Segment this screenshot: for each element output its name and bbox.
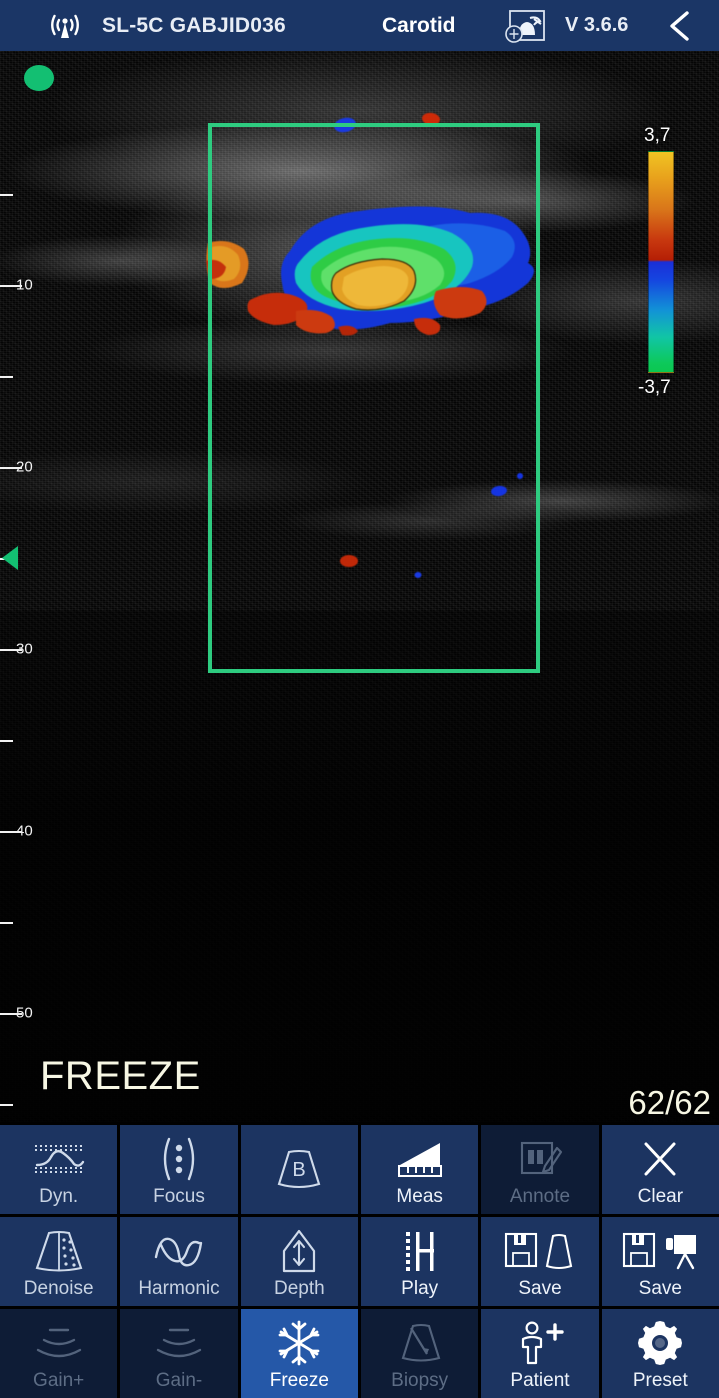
panel-button-label: Meas (396, 1187, 442, 1206)
antenna-broadcast-icon (48, 11, 82, 41)
clear-x-icon (602, 1133, 719, 1185)
depth-tick-minor (0, 1104, 13, 1106)
panel-button-depth[interactable]: Depth (241, 1217, 358, 1306)
panel-button-label: Gain+ (33, 1371, 84, 1390)
panel-button-label: Focus (153, 1187, 205, 1206)
page-title: Carotid (382, 14, 456, 38)
panel-button-freeze[interactable]: Freeze (241, 1309, 358, 1398)
panel-button-b-mode[interactable]: B (241, 1125, 358, 1214)
colorbar-gradient (648, 151, 674, 373)
biopsy-needle-icon (361, 1317, 478, 1369)
panel-button-save[interactable]: Save (481, 1217, 598, 1306)
panel-button-label: Freeze (270, 1371, 329, 1390)
depth-ruler: 10 20 30 40 50 (0, 51, 44, 1122)
panel-button-focus[interactable]: Focus (120, 1125, 237, 1214)
patient-icon (481, 1317, 598, 1369)
panel-button-harmonic[interactable]: Harmonic (120, 1217, 237, 1306)
panel-button-dyn[interactable]: Dyn. (0, 1125, 117, 1214)
depth-tick-label: 30 (16, 641, 33, 658)
frame-counter: 62/62 (628, 1084, 711, 1122)
save-image-icon (481, 1225, 598, 1277)
depth-tick-label: 10 (16, 277, 33, 294)
panel-button-label: Annote (510, 1187, 570, 1206)
snowflake-icon (241, 1317, 358, 1369)
depth-arrow-icon (241, 1225, 358, 1277)
panel-button-clear[interactable]: Clear (602, 1125, 719, 1214)
control-button-panel: Dyn. Focus B Meas Annote Clear Denoise H… (0, 1122, 719, 1398)
app-header: SL-5C GABJID036 Carotid V 3.6.6 (0, 0, 719, 51)
focus-position-marker[interactable] (2, 546, 18, 570)
gain-down-icon (120, 1317, 237, 1369)
denoise-icon (0, 1225, 117, 1277)
panel-button-label: Denoise (24, 1279, 94, 1298)
panel-button-label: Gain- (156, 1371, 202, 1390)
probe-name-label: SL-5C GABJID036 (102, 14, 286, 38)
ultrasound-image-canvas[interactable]: 10 20 30 40 50 3,7 -3,7 FREEZE 62/62 (0, 51, 719, 1122)
depth-tick-minor (0, 194, 13, 196)
gain-up-icon (0, 1317, 117, 1369)
annotate-icon (481, 1133, 598, 1185)
colorbar-min-label: -3,7 (638, 377, 671, 399)
panel-button-save[interactable]: Save (602, 1217, 719, 1306)
panel-button-label: Patient (510, 1371, 569, 1390)
save-cine-icon (602, 1225, 719, 1277)
b-mode-icon: B (241, 1143, 358, 1195)
panel-button-label: Biopsy (391, 1371, 448, 1390)
panel-button-label: Preset (633, 1371, 688, 1390)
panel-button-annote[interactable]: Annote (481, 1125, 598, 1214)
panel-button-biopsy[interactable]: Biopsy (361, 1309, 478, 1398)
gear-icon (602, 1317, 719, 1369)
color-roi-box[interactable] (208, 123, 540, 673)
panel-button-label: Harmonic (138, 1279, 219, 1298)
panel-button-patient[interactable]: Patient (481, 1309, 598, 1398)
panel-button-label: Depth (274, 1279, 325, 1298)
depth-tick-label: 50 (16, 1005, 33, 1022)
panel-button-gain[interactable]: Gain- (120, 1309, 237, 1398)
dynamic-range-icon (0, 1133, 117, 1185)
panel-button-label: Clear (638, 1187, 683, 1206)
panel-button-preset[interactable]: Preset (602, 1309, 719, 1398)
probe-scan-icon[interactable] (503, 8, 549, 46)
harmonic-wave-icon (120, 1225, 237, 1277)
panel-button-label: Save (518, 1279, 561, 1298)
depth-tick-minor (0, 922, 13, 924)
panel-button-label: Play (401, 1279, 438, 1298)
chevron-left-icon[interactable] (663, 8, 697, 44)
panel-button-denoise[interactable]: Denoise (0, 1217, 117, 1306)
depth-tick-minor (0, 740, 13, 742)
measure-icon (361, 1133, 478, 1185)
panel-button-gain[interactable]: Gain+ (0, 1309, 117, 1398)
freeze-status-text: FREEZE (40, 1054, 201, 1099)
focus-icon (120, 1133, 237, 1185)
svg-text:B: B (293, 1159, 306, 1181)
depth-tick-label: 20 (16, 459, 33, 476)
panel-button-label: Save (639, 1279, 682, 1298)
panel-button-label: Dyn. (39, 1187, 78, 1206)
panel-button-meas[interactable]: Meas (361, 1125, 478, 1214)
depth-tick-minor (0, 376, 13, 378)
probe-orientation-marker (24, 65, 54, 91)
colorbar-max-label: 3,7 (644, 125, 670, 147)
panel-button-play[interactable]: Play (361, 1217, 478, 1306)
ultrasound-app: SL-5C GABJID036 Carotid V 3.6.6 (0, 0, 719, 1398)
version-label: V 3.6.6 (565, 14, 628, 37)
play-film-icon (361, 1225, 478, 1277)
depth-tick-label: 40 (16, 823, 33, 840)
